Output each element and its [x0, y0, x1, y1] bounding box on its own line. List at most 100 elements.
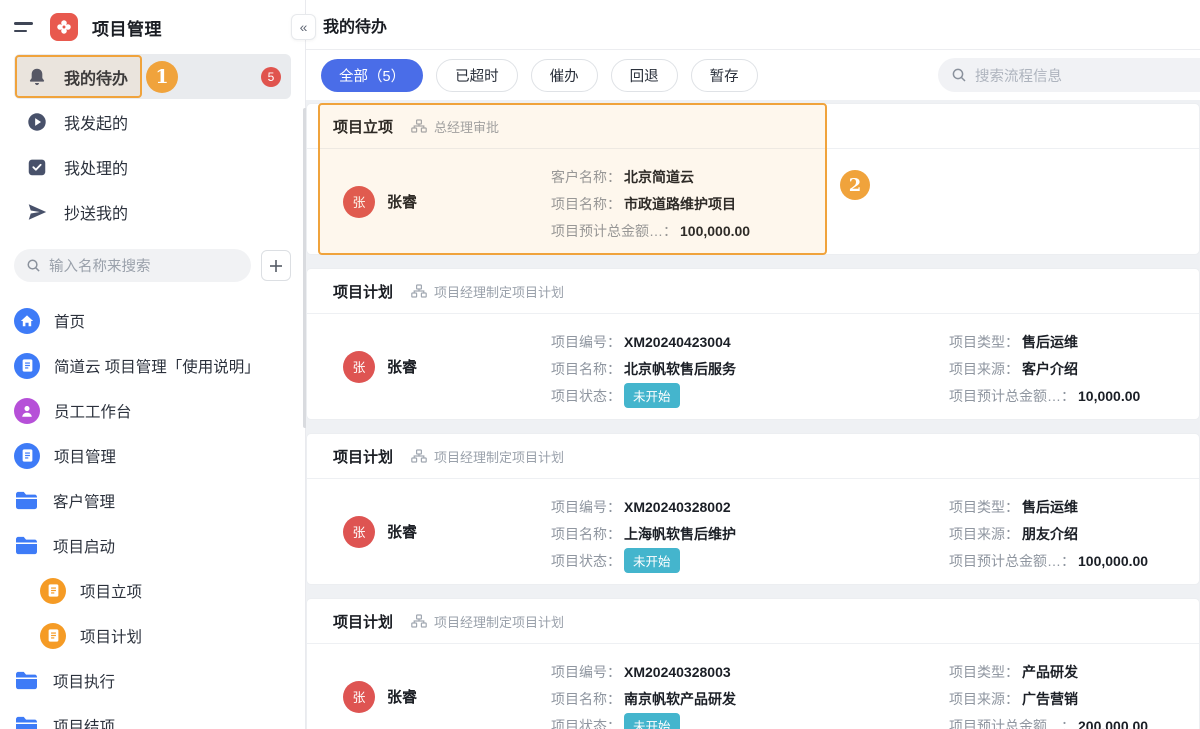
field-value: 上海帆软售后维护 — [624, 524, 736, 544]
sidebar-link[interactable]: 项目管理 — [0, 433, 305, 478]
filter-tab[interactable]: 回退 — [611, 59, 678, 92]
field-row: 项目编号：XM20240328002 — [551, 493, 736, 520]
sidebar-link[interactable]: 简道云 项目管理「使用说明」 — [0, 343, 305, 388]
field-label: 项目状态： — [551, 551, 621, 571]
field-label: 项目类型： — [949, 497, 1019, 517]
field-value: XM20240328003 — [624, 664, 731, 680]
field-value: 南京帆软产品研发 — [624, 689, 736, 709]
card-flow: 项目经理制定项目计划 — [411, 612, 564, 631]
assignee: 张张睿 — [343, 186, 417, 218]
field-value: XM20240423004 — [624, 334, 731, 350]
collapse-sidebar-button[interactable]: « — [291, 14, 316, 40]
card-header: 项目计划项目经理制定项目计划 — [307, 269, 1199, 314]
field-label: 项目预计总金额…： — [949, 386, 1075, 406]
filter-tab-all[interactable]: 全部（5） — [321, 59, 423, 92]
card-flow: 项目经理制定项目计划 — [411, 282, 564, 301]
todo-card[interactable]: 项目计划项目经理制定项目计划张张睿项目编号：XM20240423004项目名称：… — [306, 268, 1200, 420]
app-title: 项目管理 — [92, 15, 162, 40]
flow-search-input[interactable]: 搜索流程信息 — [938, 58, 1200, 92]
sidebar-link[interactable]: 项目计划 — [0, 613, 305, 658]
todo-card[interactable]: 项目立项总经理审批张张睿客户名称：北京简道云项目名称：市政道路维护项目项目预计总… — [306, 103, 1200, 255]
avatar: 张 — [343, 351, 375, 383]
count-badge: 5 — [261, 67, 281, 87]
sidebar-item-label: 抄送我的 — [64, 200, 128, 224]
sidebar-link[interactable]: 项目启动 — [0, 523, 305, 568]
sidebar-search-row: 输入名称来搜索 — [0, 249, 305, 282]
field-value: 200,000.00 — [1078, 718, 1148, 729]
avatar: 张 — [343, 186, 375, 218]
field-row: 项目状态：未开始 — [551, 712, 736, 729]
sidebar-link[interactable]: 项目执行 — [0, 658, 305, 703]
menu-icon[interactable] — [14, 18, 36, 36]
app-logo-icon[interactable] — [50, 13, 78, 41]
sidebar-link[interactable]: 项目结项 — [0, 703, 305, 729]
todo-card[interactable]: 项目计划项目经理制定项目计划张张睿项目编号：XM20240328003项目名称：… — [306, 598, 1200, 729]
card-flow: 项目经理制定项目计划 — [411, 447, 564, 466]
card-flow-node: 项目经理制定项目计划 — [434, 447, 564, 466]
sidebar-link-label: 项目结项 — [53, 715, 115, 729]
status-badge: 未开始 — [624, 383, 680, 408]
card-title: 项目立项 — [333, 116, 393, 137]
todo-card[interactable]: 项目计划项目经理制定项目计划张张睿项目编号：XM20240328002项目名称：… — [306, 433, 1200, 585]
card-fields-right: 项目类型：售后运维项目来源：客户介绍项目预计总金额…：10,000.00 — [949, 328, 1140, 409]
card-fields-right: 项目类型：售后运维项目来源：朋友介绍项目预计总金额…：100,000.00 — [949, 493, 1148, 574]
card-fields-left: 项目编号：XM20240328003项目名称：南京帆软产品研发项目状态：未开始 — [551, 658, 736, 729]
avatar: 张 — [343, 681, 375, 713]
field-label: 项目类型： — [949, 662, 1019, 682]
sidebar-item-play[interactable]: 我发起的 — [14, 99, 291, 144]
card-fields-left: 项目编号：XM20240423004项目名称：北京帆软售后服务项目状态：未开始 — [551, 328, 736, 409]
doc-icon — [40, 623, 66, 649]
sidebar-item-inbox-check[interactable]: 我处理的 — [14, 144, 291, 189]
sidebar: 项目管理 我的待办 5 我发起的我处理的抄送我的 输入名称来搜索 首页简道云 项目管… — [0, 0, 305, 729]
field-row: 项目名称：南京帆软产品研发 — [551, 685, 736, 712]
field-label: 项目编号： — [551, 497, 621, 517]
filter-tab[interactable]: 已超时 — [436, 59, 518, 92]
org-chart-icon — [411, 119, 427, 133]
assignee-name: 张睿 — [387, 521, 417, 542]
card-fields-left: 项目编号：XM20240328002项目名称：上海帆软售后维护项目状态：未开始 — [551, 493, 736, 574]
org-chart-icon — [411, 449, 427, 463]
field-row: 项目来源：广告营销 — [949, 685, 1148, 712]
card-flow-node: 项目经理制定项目计划 — [434, 612, 564, 631]
card-flow-node: 项目经理制定项目计划 — [434, 282, 564, 301]
page-title: 我的待办 — [323, 13, 387, 37]
field-label: 项目编号： — [551, 662, 621, 682]
filter-tab[interactable]: 暂存 — [691, 59, 758, 92]
field-value: 北京简道云 — [624, 167, 694, 187]
field-row: 项目编号：XM20240328003 — [551, 658, 736, 685]
doc-icon — [14, 353, 40, 379]
card-fields-left: 客户名称：北京简道云项目名称：市政道路维护项目项目预计总金额…：100,000.… — [551, 163, 750, 244]
field-row: 项目类型：售后运维 — [949, 328, 1140, 355]
folder-icon — [14, 715, 39, 729]
add-button[interactable] — [261, 250, 291, 281]
field-row: 项目预计总金额…：200,000.00 — [949, 712, 1148, 729]
sidebar-search-input[interactable]: 输入名称来搜索 — [14, 249, 251, 282]
folder-icon — [14, 490, 39, 511]
field-label: 项目预计总金额…： — [949, 716, 1075, 729]
card-header: 项目计划项目经理制定项目计划 — [307, 599, 1199, 644]
field-value: 市政道路维护项目 — [624, 194, 736, 214]
sidebar-link[interactable]: 员工工作台 — [0, 388, 305, 433]
field-label: 项目名称： — [551, 689, 621, 709]
sidebar-link[interactable]: 首页 — [0, 298, 305, 343]
field-label: 项目来源： — [949, 524, 1019, 544]
inbox-check-icon — [26, 156, 48, 178]
sidebar-item-label: 我的待办 — [64, 65, 128, 89]
card-body: 张张睿项目编号：XM20240328002项目名称：上海帆软售后维护项目状态：未… — [307, 479, 1199, 584]
card-body: 张张睿项目编号：XM20240328003项目名称：南京帆软产品研发项目状态：未… — [307, 644, 1199, 729]
field-row: 项目来源：客户介绍 — [949, 355, 1140, 382]
annotation-badge-2: 2 — [840, 170, 870, 200]
filter-tab[interactable]: 催办 — [531, 59, 598, 92]
field-label: 项目名称： — [551, 194, 621, 214]
sidebar-item-send[interactable]: 抄送我的 — [14, 189, 291, 234]
sidebar-link[interactable]: 项目立项 — [0, 568, 305, 613]
org-chart-icon — [411, 614, 427, 628]
field-value: 朋友介绍 — [1022, 524, 1078, 544]
field-label: 项目来源： — [949, 359, 1019, 379]
field-row: 项目类型：产品研发 — [949, 658, 1148, 685]
bell-icon — [26, 66, 48, 88]
sidebar-link-label: 客户管理 — [53, 490, 115, 512]
field-row: 项目类型：售后运维 — [949, 493, 1148, 520]
status-badge: 未开始 — [624, 713, 680, 729]
sidebar-link[interactable]: 客户管理 — [0, 478, 305, 523]
